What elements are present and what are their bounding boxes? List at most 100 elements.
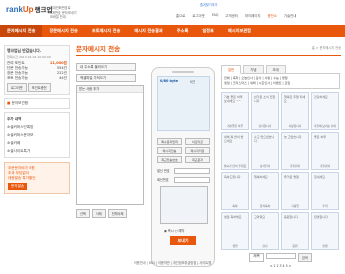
message-textarea[interactable] [157, 76, 210, 131]
template-categories[interactable]: 전체 | 축하 | 오늘인사 | 감사 | 사랑 | 수능 | 명절 생일 | … [221, 73, 340, 89]
template-card[interactable]: 힘내세요 추석 [311, 172, 339, 210]
main-content: 문자메시지 전송 홈 > 문자메시지 전송 내 주소록 불러오기 엑셀파일 가져… [76, 43, 341, 268]
nav-results[interactable]: 메시지 전송결과 [127, 25, 169, 37]
footer-link[interactable]: 사이트맵 [199, 261, 211, 265]
nav-lms[interactable]: 장문메시지 전송 [42, 25, 84, 37]
card-text: 좋은 하루 [314, 135, 326, 139]
promo-button[interactable]: 문자발송 [8, 183, 28, 190]
clear-button[interactable]: 전체삭제 [107, 209, 128, 218]
template-card[interactable]: 행복하세요 합격축하 [251, 172, 279, 210]
select-checkbox[interactable]: 선택 [76, 209, 90, 218]
category-row[interactable]: 생일 | 크리스마스 | 새해 | 시즌인사 | 이벤트 | 모임 [224, 81, 337, 86]
breadcrumb: 홈 > 문자메시지 전송 [311, 46, 341, 50]
number-list-area[interactable] [160, 186, 208, 224]
folder-item[interactable]: 소셜카페 [7, 139, 67, 147]
recent-message-button[interactable]: 최근문자 [185, 156, 210, 163]
template-card[interactable]: 건강하세요 가을에 보내는 편지 [311, 92, 339, 130]
footer-link[interactable]: 개인정보취급방침 [173, 261, 196, 265]
footer-link[interactable]: 이용안내 [134, 261, 146, 265]
template-panel: 일반 기념 초대 전체 | 축하 | 오늘인사 | 감사 | 사랑 | 수능 |… [221, 65, 340, 268]
receiver-input[interactable] [174, 177, 210, 183]
info-row-3: 포토 전송가능 44건 [7, 76, 67, 81]
import-excel-button[interactable]: 엑셀파일 가져오기 [76, 74, 136, 82]
site-logo[interactable]: rankUp랭크업 [6, 4, 53, 14]
tab-invite[interactable]: 초대 [265, 65, 286, 74]
msg-send-button[interactable]: 메시지전송 [157, 147, 182, 154]
card-caption: 가을에 보내는 편지 [313, 124, 337, 128]
send-time-radios: ◉ 즉시 ○ 예약 [164, 228, 184, 233]
template-card[interactable]: 환영합니다 환영 [311, 212, 339, 250]
radio-reserve[interactable]: ○ 예약 [175, 229, 185, 233]
msg-save-button[interactable]: 메시지저장 [185, 147, 210, 154]
util-faq[interactable]: FAQ [212, 13, 219, 18]
logo-text: rank [6, 5, 23, 14]
footer-links: 이용안내 | FAQ | 이용약관 | 개인정보취급방침 | 사이트맵 [133, 261, 212, 265]
util-guide[interactable]: 기술안내 [284, 13, 296, 18]
recipient-column: 내 주소록 불러오기 엑셀파일 가져오기 받는 사람 추가 선택 삭제 전체삭제 [76, 63, 146, 218]
search-input[interactable] [265, 253, 296, 259]
nav-storage[interactable]: 메시지보관함 [221, 25, 258, 37]
folder-item[interactable]: 소셜커머스단톡방 [7, 123, 67, 131]
util-home[interactable]: 홈으로 [176, 13, 185, 18]
template-card[interactable]: 늘 고맙습니다 가을편지 [281, 132, 309, 170]
logout-button[interactable]: 로그아웃 [7, 83, 27, 92]
radio-now[interactable]: ◉ 즉시 [164, 229, 174, 233]
message-count: 0건 [190, 80, 195, 84]
recent-number-button[interactable]: 최근전송번호 [157, 156, 182, 163]
nav-mms[interactable]: 포토메시지 전송 [85, 25, 127, 37]
info-label: 포토 전송가능 [7, 76, 28, 80]
folder-item[interactable]: 소셜사이트특가 [7, 147, 67, 155]
emoticon-button[interactable]: 이모티콘 [185, 138, 210, 145]
footer-link[interactable]: 이용약관 [158, 261, 170, 265]
template-card[interactable]: 축하드립니다축하 [221, 172, 249, 210]
promo-banner[interactable]: 조문문자비가 5원 초과 부담없이 대량발송 특가할인 문자발송 [4, 162, 70, 194]
recipient-list[interactable]: 받는 사람 추가 [76, 85, 144, 205]
template-card[interactable]: 응원합니다응원 [281, 212, 309, 250]
util-support[interactable]: 고객센터 [225, 13, 237, 18]
delete-button[interactable]: 삭제 [91, 209, 106, 218]
folder-icon: ■ [7, 101, 11, 105]
template-grid: 기분 좋은 하루 보내세요 ^^ 기분좋은 하루 반가운 소식 전합니다 감사합니다… [221, 92, 340, 250]
recipient-list-header: 받는 사람 추가 [77, 86, 143, 93]
util-charge[interactable]: 충전소 [268, 13, 277, 18]
bookmark-link[interactable]: 즐겨찾기추가 [200, 2, 218, 7]
user-panel: 랭크업님 반갑습니다. 현재시간 2013-01-04 10:00:00 잔여 … [4, 45, 70, 95]
load-addressbook-button[interactable]: 내 주소록 불러오기 [76, 63, 136, 71]
special-char-button[interactable]: 특수문자입력 [157, 138, 182, 145]
util-logout[interactable]: 로그아웃 [192, 13, 204, 18]
charge-button[interactable]: 포인트충전 [27, 83, 51, 92]
util-mypage[interactable]: 마이페이지 [245, 13, 261, 18]
card-text: 행복하세요 [254, 175, 268, 179]
message-storage-menu[interactable]: ■ 문자보관함 [4, 98, 70, 109]
footer-link[interactable]: FAQ [149, 261, 155, 265]
nav-schedule[interactable]: 일정표 [195, 25, 221, 37]
template-card[interactable]: 새해 복 많이 받으세요 날씨가 많이 추워요 [221, 132, 249, 170]
template-card[interactable]: 생일 축하해요 생일 [221, 212, 249, 250]
template-card[interactable]: 좋은 하루 가을편지 [311, 132, 339, 170]
template-card[interactable]: 반가운 소식 전합니다 감사합니다 [251, 92, 279, 130]
tagline-3: 모바일 안내 [50, 15, 66, 20]
template-card[interactable]: 행복한 주말 되세요 사랑합니다 [281, 92, 309, 130]
nav-addressbook[interactable]: 주소록 [170, 25, 196, 37]
folder-item[interactable]: 소셜커머스문자보 [7, 131, 67, 139]
tab-anniversary[interactable]: 기념 [243, 65, 264, 74]
folder-list: 주가 내역 소셜커머스단톡방 소셜커머스문자보 소셜카페 소셜사이트특가 [4, 112, 70, 158]
card-text: 즐거운 명절 [284, 175, 299, 179]
radio-label: 예약 [178, 229, 185, 233]
card-caption: 사랑합니다 [288, 124, 302, 128]
template-card[interactable]: 수고 많으셨습니다 감사인사 [251, 132, 279, 170]
card-text: 응원합니다 [284, 215, 298, 219]
template-card[interactable]: 즐거운 명절 기념일 [281, 172, 309, 210]
card-caption: 축하 [232, 204, 238, 208]
sender-input[interactable] [174, 168, 210, 174]
info-value: 44건 [59, 76, 67, 80]
card-text: 축하드립니다 [224, 175, 241, 179]
card-caption: 응원 [292, 244, 298, 248]
tab-general[interactable]: 일반 [221, 65, 242, 74]
nav-sms[interactable]: 문자메시지 전송 [0, 25, 43, 37]
template-card[interactable]: 기분 좋은 하루 보내세요 ^^ 기분좋은 하루 [221, 92, 249, 130]
card-caption: 감사합니다 [258, 124, 272, 128]
template-card[interactable]: 고마워요 감사 [251, 212, 279, 250]
send-button[interactable]: 보내기 [170, 236, 196, 245]
main-nav: 문자메시지 전송 장문메시지 전송 포토메시지 전송 메시지 전송결과 주소록 … [0, 25, 345, 37]
